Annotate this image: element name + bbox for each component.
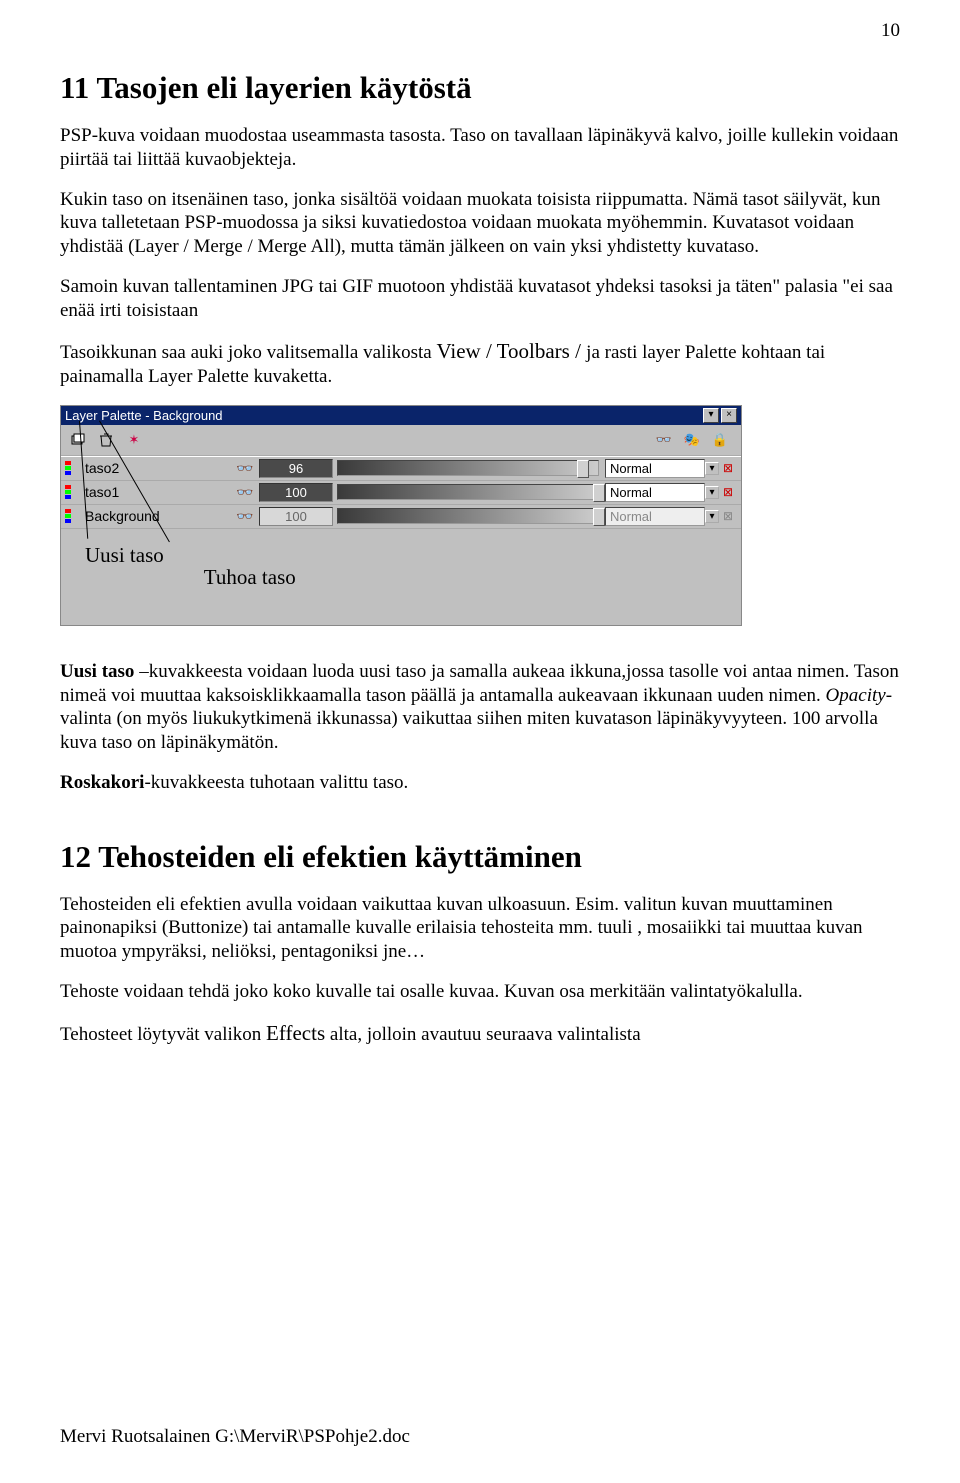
blend-mode[interactable]: Normal	[605, 483, 705, 502]
annotation-new-layer: Uusi taso	[85, 543, 164, 633]
layer-name: taso2	[85, 460, 119, 476]
menu-name: Effects	[266, 1021, 325, 1045]
palette-title: Layer Palette - Background	[65, 408, 223, 423]
text: -kuvakkeesta tuhotaan valittu taso.	[144, 772, 408, 793]
layer-type-icon	[65, 461, 81, 475]
text: PSP-kuva voidaan muodostaa useammasta ta…	[60, 125, 898, 170]
text: Tehosteet löytyvät valikon	[60, 1024, 266, 1045]
paragraph: Kukin taso on itsenäinen taso, jonka sis…	[60, 188, 900, 259]
new-layer-icon[interactable]	[66, 428, 90, 452]
paragraph: Tehoste voidaan tehdä joko koko kuvalle …	[60, 980, 900, 1004]
chevron-down-icon[interactable]: ▾	[705, 486, 719, 499]
term: Roskakori	[60, 772, 144, 793]
layer-palette-screenshot: Layer Palette - Background ▾ × ✶ 👓 🎭 🔒 t…	[60, 405, 742, 626]
menu-path-text: View / Toolbars /	[436, 339, 586, 363]
close-icon[interactable]: ×	[721, 408, 737, 423]
visibility-icon[interactable]: 👓	[235, 508, 255, 525]
text: alta, jolloin avautuu seuraava valintali…	[325, 1024, 641, 1045]
layer-row[interactable]: taso2 👓 96 Normal ▾ ⊠	[61, 457, 741, 481]
visibility-icon[interactable]: 👓	[235, 484, 255, 501]
text: Tasoikkunan saa auki joko valitsemalla v…	[60, 342, 436, 363]
opacity-slider[interactable]	[337, 484, 599, 500]
heading-section-12: 12 Tehosteiden eli efektien käyttäminen	[60, 839, 900, 875]
spark-icon[interactable]: ✶	[122, 428, 146, 452]
paragraph: Roskakori-kuvakkeesta tuhotaan valittu t…	[60, 771, 900, 795]
opacity-value[interactable]: 96	[259, 459, 333, 478]
paragraph: Samoin kuvan tallentaminen JPG tai GIF m…	[60, 275, 900, 323]
term: Opacity	[826, 685, 886, 706]
opacity-slider[interactable]	[337, 460, 599, 476]
text: Kukin taso on itsenäinen taso, jonka sis…	[60, 189, 881, 258]
opacity-value[interactable]: 100	[259, 483, 333, 502]
annotation-delete-layer: Tuhoa taso	[204, 565, 296, 655]
opacity-slider	[337, 508, 599, 524]
text: Samoin kuvan tallentaminen JPG tai GIF m…	[60, 276, 893, 321]
page-number: 10	[881, 20, 900, 42]
blend-mode[interactable]: Normal	[605, 459, 705, 478]
delete-icon[interactable]: ⊠	[719, 485, 737, 499]
delete-icon[interactable]: ⊠	[719, 461, 737, 475]
paragraph: PSP-kuva voidaan muodostaa useammasta ta…	[60, 124, 900, 172]
visibility-icon[interactable]: 👓	[235, 460, 255, 477]
paragraph: Tehosteet löytyvät valikon Effects alta,…	[60, 1020, 900, 1047]
paragraph: Tehosteiden eli efektien avulla voidaan …	[60, 893, 900, 964]
annotation-area: Uusi taso Tuhoa taso	[61, 529, 741, 625]
layer-name: Background	[85, 508, 160, 524]
delete-icon[interactable]: ⊠	[719, 509, 737, 523]
heading-section-11: 11 Tasojen eli layerien käytöstä	[60, 70, 900, 106]
glasses-icon[interactable]: 👓	[652, 428, 676, 452]
paragraph: Tasoikkunan saa auki joko valitsemalla v…	[60, 338, 900, 389]
chevron-down-icon: ▾	[705, 510, 719, 523]
text: –kuvakkeesta voidaan luoda uusi taso ja …	[60, 661, 899, 706]
footer: Mervi Ruotsalainen G:\MerviR\PSPohje2.do…	[60, 1426, 410, 1448]
layer-row[interactable]: Background 👓 100 Normal ▾ ⊠	[61, 505, 741, 529]
layer-type-icon	[65, 509, 81, 523]
mask-icon[interactable]: 🎭	[680, 428, 704, 452]
collapse-icon[interactable]: ▾	[703, 408, 719, 423]
lock-icon[interactable]: 🔒	[708, 428, 732, 452]
term: Uusi taso	[60, 661, 134, 682]
opacity-value: 100	[259, 507, 333, 526]
layer-row[interactable]: taso1 👓 100 Normal ▾ ⊠	[61, 481, 741, 505]
chevron-down-icon[interactable]: ▾	[705, 462, 719, 475]
layer-name: taso1	[85, 484, 119, 500]
palette-titlebar: Layer Palette - Background ▾ ×	[61, 406, 741, 425]
layer-type-icon	[65, 485, 81, 499]
palette-toolbar: ✶ 👓 🎭 🔒	[61, 425, 741, 457]
blend-mode: Normal	[605, 507, 705, 526]
paragraph: Uusi taso –kuvakkeesta voidaan luoda uus…	[60, 660, 900, 755]
